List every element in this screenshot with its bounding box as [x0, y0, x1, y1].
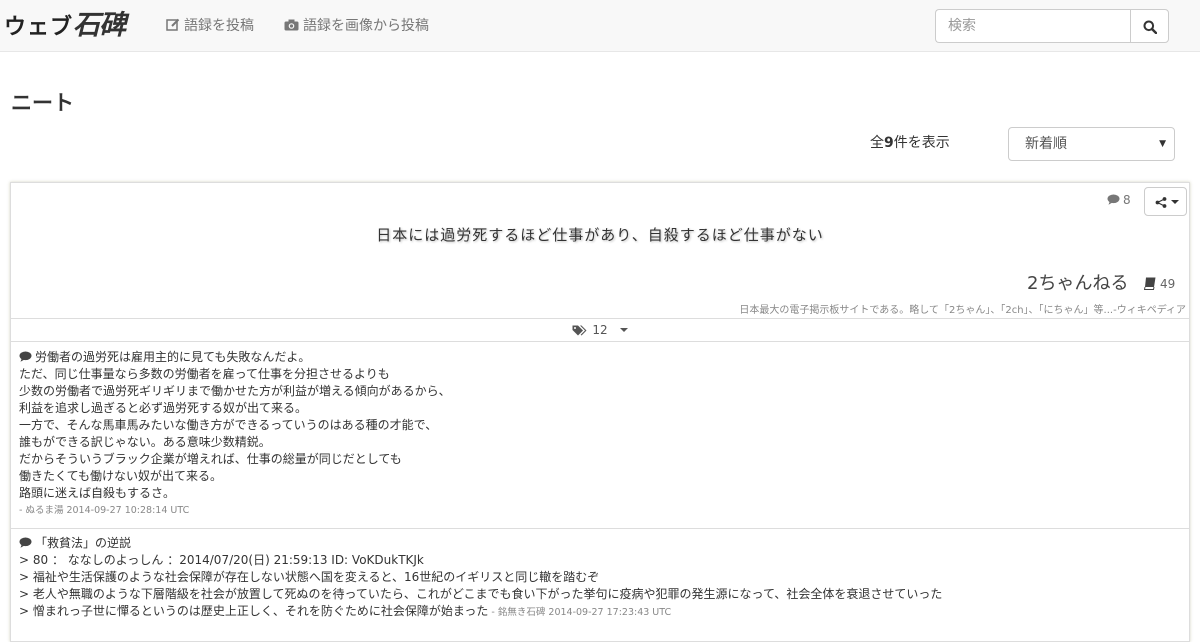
- comment-divider: [11, 528, 1189, 529]
- book-icon: [1143, 277, 1156, 290]
- comment-line: 「救貧法」の逆説: [19, 535, 942, 552]
- comment-line: 働きたくても働けない奴が出て来る。: [19, 469, 223, 483]
- quote-text: 日本には過労死するほど仕事があり、自殺するほど仕事がない: [376, 226, 824, 244]
- edit-icon: [166, 18, 180, 31]
- comment-item: 労働者の過労死は雇用主的に見ても失敗なんだよ。 ただ、同じ仕事量なら多数の労働者…: [19, 349, 451, 519]
- chevron-down-icon: [1171, 200, 1179, 204]
- source-description: 日本最大の電子掲示板サイトである。略して「2ちゃん」、「2ch」、「にちゃん」等…: [739, 305, 1186, 316]
- comment-line: 一方で、そんな馬車馬みたいな働き方ができるっていうのはある種の才能で、: [19, 418, 438, 432]
- comment-text: > 憎まれっ子世に憚るというのは歴史上正しく、それを防ぐために社会保障が始まった: [19, 604, 489, 618]
- brand-kanji: 石碑: [73, 10, 126, 41]
- brand-kana: ウェブ: [4, 14, 74, 40]
- comment-item: 「救貧法」の逆説 > 80 ： ななしのよっしん ：2014/07/20(日) …: [19, 535, 942, 621]
- comment-line: 利益を追求し過ぎると必ず過労死する奴が出て来る。: [19, 401, 308, 415]
- comment-line: 少数の労働者で過労死ギリギリまで働かせた方が利益が増える傾向があるから、: [19, 384, 451, 398]
- search-input[interactable]: [935, 9, 1131, 43]
- post-quote-link[interactable]: 語録を投稿: [166, 0, 254, 52]
- sort-select[interactable]: 新着順 ▼: [1008, 127, 1175, 161]
- comment-meta: - ぬるま湯 2014-09-27 10:28:14 UTC: [19, 505, 190, 516]
- comment-line: 誰もができる訳じゃない。ある意味少数精鋭。: [19, 435, 271, 449]
- comment-icon: [1107, 194, 1120, 205]
- tag-count: 12: [592, 323, 608, 337]
- post-image-link[interactable]: 語録を画像から投稿: [284, 0, 429, 52]
- count-value: 9: [884, 135, 894, 151]
- page-title: ニート: [11, 91, 74, 115]
- book-count-value: 49: [1160, 277, 1176, 291]
- caret-down-icon: [619, 328, 628, 332]
- search-icon: [1143, 20, 1157, 34]
- comment-text: 「救貧法」の逆説: [35, 536, 132, 550]
- comment-count-value: 8: [1123, 193, 1131, 207]
- tags-icon: [572, 325, 587, 336]
- dropdown-arrow-icon: ▼: [1159, 139, 1166, 149]
- share-button[interactable]: [1144, 187, 1187, 216]
- post-image-label: 語録を画像から投稿: [303, 18, 429, 34]
- quote-card: 8 日本には過労死するほど仕事があり、自殺するほど仕事がない 2ちゃんねる 49…: [10, 182, 1190, 642]
- comment-meta: - 銘無き石碑 2014-09-27 17:23:43 UTC: [488, 607, 672, 618]
- comment-line: > 福祉や生活保護のような社会保障が存在しない状態へ国を変えると、16世紀のイギ…: [19, 570, 600, 584]
- comment-icon: [19, 351, 32, 362]
- navbar: ウェブ石碑 語録を投稿 語録を画像から投稿: [0, 0, 1200, 52]
- count-suffix: 件を表示: [893, 135, 950, 151]
- comment-text: 労働者の過労死は雇用主的に見ても失敗なんだよ。: [35, 350, 311, 364]
- comment-line: > 憎まれっ子世に憚るというのは歴史上正しく、それを防ぐために社会保障が始まった…: [19, 603, 942, 621]
- comment-count[interactable]: 8: [1107, 193, 1131, 207]
- site-logo[interactable]: ウェブ石碑: [4, 6, 126, 46]
- comment-line: 路頭に迷えば自殺もするさ。: [19, 486, 176, 500]
- share-icon: [1155, 197, 1167, 208]
- comment-line: 労働者の過労死は雇用主的に見ても失敗なんだよ。: [19, 349, 451, 366]
- comment-icon: [19, 537, 32, 548]
- comment-line: > 老人や無職のような下層階級を社会が放置して死ぬのを待っていたら、これがどこま…: [19, 587, 943, 601]
- search-button[interactable]: [1130, 9, 1169, 43]
- search-form: [935, 9, 1169, 43]
- sort-selected-label: 新着順: [1025, 136, 1067, 152]
- count-prefix: 全: [870, 135, 884, 151]
- result-count: 全9件を表示: [870, 132, 950, 154]
- comment-line: だからそういうブラック企業が増えれば、仕事の総量が同じだとしても: [19, 452, 402, 466]
- comment-line: ただ、同じ仕事量なら多数の労働者を雇って仕事を分担させるよりも: [19, 367, 390, 381]
- post-quote-label: 語録を投稿: [184, 18, 254, 34]
- book-count: 49: [1143, 277, 1176, 291]
- camera-icon: [284, 19, 299, 31]
- tag-toggle[interactable]: 12: [11, 318, 1189, 342]
- source-name[interactable]: 2ちゃんねる: [1027, 271, 1128, 297]
- comment-line: > 80 ： ななしのよっしん ：2014/07/20(日) 21:59:13 …: [19, 553, 424, 567]
